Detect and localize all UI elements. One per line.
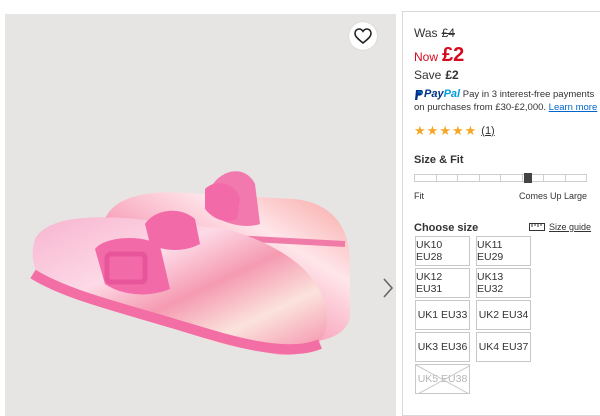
size-option-button[interactable]: UK2 EU34 [476,300,531,330]
now-label: Now [414,50,439,64]
size-option-label: UK2 EU34 [478,309,529,321]
size-option-button[interactable]: UK13 EU32 [476,268,531,298]
size-option-button[interactable]: UK10 EU28 [415,236,470,266]
choose-size-title: Choose size [414,222,479,234]
size-option-label: UK10 EU28 [416,239,443,263]
size-option-label: UK3 EU36 [417,341,468,353]
product-info-panel: Was £4 Now £2 Save £2 PayPal Pay in 3 inte… [402,11,600,416]
was-label: Was [414,26,438,40]
size-option-button[interactable]: UK1 EU33 [415,300,470,330]
star-icon: ★ [464,123,477,138]
size-option-button[interactable]: UK4 EU37 [476,332,531,362]
star-icon: ★ [426,123,439,138]
fit-labels: Fit Comes Up Large [414,191,587,201]
learn-more-link[interactable]: Learn more [549,102,598,113]
size-guide-link[interactable]: Size guide [529,222,591,232]
size-option-button[interactable]: UK12 EU31 [415,268,470,298]
was-price: £4 [441,26,455,40]
was-price-row: Was £4 [414,26,455,40]
comes-up-large-label: Comes Up Large [518,191,587,201]
heart-outline-icon [354,28,372,44]
paypal-credit-message: PayPal Pay in 3 interest-free payments o… [414,88,599,114]
star-icon: ★ [439,123,451,138]
save-label: Save [414,68,442,82]
fit-label: Fit [414,191,424,201]
paypal-brand-pay: Pay [424,88,444,100]
star-rating: ★ ★ ★ ★ ★ (1) [414,124,495,137]
save-row: Save £2 [414,68,459,82]
review-count-link[interactable]: (1) [481,125,494,137]
pink-marble-clogs-image [30,171,350,355]
save-amount: £2 [445,68,459,82]
now-price-row: Now £2 [414,44,464,67]
fit-marker [524,173,533,183]
size-option-label: UK13 EU32 [477,271,504,295]
size-option-label: UK1 EU33 [417,309,468,321]
size-option-unavailable[interactable]: UK5 EU38 [415,364,470,394]
star-icon: ★ [451,123,464,138]
size-fit-title: Size & Fit [414,154,464,166]
size-option-label: UK4 EU37 [478,341,529,353]
paypal-logo-icon: PayPal [414,88,460,101]
product-image[interactable] [5,14,396,416]
size-guide-label: Size guide [549,222,592,232]
star-icon: ★ [414,123,426,138]
ruler-icon [529,223,545,231]
chevron-right-icon[interactable] [381,276,395,300]
size-option-button[interactable]: UK3 EU36 [415,332,470,362]
unavailable-cross-icon [416,365,469,393]
size-option-label: UK11 EU29 [477,239,504,263]
paypal-brand-pal: Pal [443,88,461,100]
wishlist-button[interactable] [349,22,377,50]
now-price: £2 [442,44,465,66]
fit-scale [414,174,587,182]
size-option-label: UK12 EU31 [416,271,443,295]
size-option-button[interactable]: UK11 EU29 [476,236,531,266]
